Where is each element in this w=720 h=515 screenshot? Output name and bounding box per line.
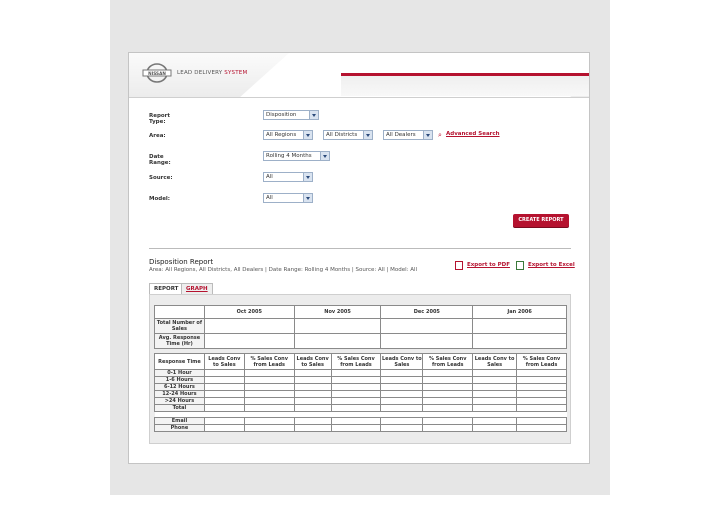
dealer-value: All Dealers	[386, 132, 416, 138]
table-row: 6-12 Hours	[154, 383, 567, 391]
model-select[interactable]: All	[263, 193, 313, 203]
col-header: % Sales Conv from Leads	[330, 353, 382, 370]
header-red-stripe	[341, 73, 589, 76]
magnifier-icon[interactable]: ⌕	[438, 131, 442, 140]
system-title: LEAD DELIVERY SYSTEM	[177, 70, 247, 76]
logo-text: NISSAN	[148, 71, 166, 76]
report-type-value: Disposition	[266, 112, 297, 118]
summary-corner	[154, 305, 205, 319]
row-label: Total	[154, 404, 205, 412]
app-card: NISSAN LEAD DELIVERY SYSTEM Report Type:…	[128, 52, 590, 464]
dealer-select[interactable]: All Dealers	[383, 130, 433, 140]
source-select[interactable]: All	[263, 172, 313, 182]
report-type-label: Report Type:	[149, 113, 171, 125]
model-value: All	[266, 195, 273, 201]
response-time-header: Response Time	[154, 353, 205, 370]
export-excel-link[interactable]: Export to Excel	[528, 262, 575, 268]
table-cell	[472, 333, 567, 349]
month-header: Jan 2006	[472, 305, 567, 319]
col-header: Leads Conv to Sales	[380, 353, 424, 370]
table-row: Total	[154, 404, 567, 412]
chevron-down-icon	[320, 152, 329, 160]
table-row: Email	[154, 417, 567, 425]
report-title: Disposition Report	[149, 258, 214, 266]
col-header: % Sales Conv from Leads	[516, 353, 567, 370]
table-cell	[203, 333, 295, 349]
report-subtitle: Area: All Regions, All Districts, All De…	[149, 267, 418, 273]
chevron-down-icon	[303, 194, 312, 202]
row-label: 0-1 Hour	[154, 369, 205, 377]
chevron-down-icon	[423, 131, 432, 139]
table-cell	[293, 318, 382, 334]
row-label: 6-12 Hours	[154, 383, 205, 391]
district-select[interactable]: All Districts	[323, 130, 373, 140]
date-range-select[interactable]: Rolling 4 Months	[263, 151, 330, 161]
col-header: Leads Conv to Sales	[293, 353, 332, 370]
region-value: All Regions	[266, 132, 297, 138]
create-report-button[interactable]: CREATE REPORT	[513, 214, 569, 227]
row-label: 1-6 Hours	[154, 376, 205, 384]
summary-row-label: Avg. Response Time (Hr)	[154, 333, 205, 349]
chevron-down-icon	[303, 173, 312, 181]
month-header: Dec 2005	[380, 305, 474, 319]
table-row: >24 Hours	[154, 397, 567, 405]
month-header: Oct 2005	[203, 305, 295, 319]
chevron-down-icon	[303, 131, 312, 139]
export-pdf-link[interactable]: Export to PDF	[467, 262, 510, 268]
district-value: All Districts	[326, 132, 358, 138]
region-select[interactable]: All Regions	[263, 130, 313, 140]
table-cell	[472, 318, 567, 334]
header: NISSAN LEAD DELIVERY SYSTEM	[129, 53, 589, 98]
table-cell	[293, 333, 382, 349]
row-label: Email	[154, 417, 205, 425]
col-header: % Sales Conv from Leads	[243, 353, 295, 370]
area-row: Area: All Regions All Districts All Deal…	[149, 130, 569, 142]
report-panel: Oct 2005 Nov 2005 Dec 2005 Jan 2006 Tota…	[149, 294, 571, 444]
row-label: Phone	[154, 424, 205, 432]
advanced-search-link[interactable]: Advanced Search	[446, 131, 500, 137]
excel-icon[interactable]	[516, 261, 524, 270]
table-cell	[380, 318, 474, 334]
table-row: 12-24 Hours	[154, 390, 567, 398]
summary-row-label: Total Number of Sales	[154, 318, 205, 334]
col-header: % Sales Conv from Leads	[422, 353, 474, 370]
chevron-down-icon	[309, 111, 318, 119]
system-title-accent: SYSTEM	[224, 70, 248, 76]
system-title-prefix: LEAD DELIVERY	[177, 70, 225, 76]
pdf-icon[interactable]	[455, 261, 463, 270]
summary-table: Oct 2005 Nov 2005 Dec 2005 Jan 2006 Tota…	[154, 305, 567, 349]
row-label: >24 Hours	[154, 397, 205, 405]
col-header: Leads Conv to Sales	[203, 353, 245, 370]
table-row: 1-6 Hours	[154, 376, 567, 384]
table-row: 0-1 Hour	[154, 369, 567, 377]
header-shade	[341, 76, 589, 96]
row-label: 12-24 Hours	[154, 390, 205, 398]
area-label: Area:	[149, 133, 166, 139]
source-label: Source:	[149, 175, 173, 181]
response-table: Response Time Leads Conv to Sales % Sale…	[154, 353, 567, 432]
chevron-down-icon	[363, 131, 372, 139]
table-row: Phone	[154, 424, 567, 432]
col-header: Leads Conv to Sales	[472, 353, 518, 370]
section-divider	[149, 248, 571, 249]
table-cell	[203, 318, 295, 334]
model-label: Model:	[149, 196, 171, 202]
month-header: Nov 2005	[293, 305, 382, 319]
report-type-select[interactable]: Disposition	[263, 110, 319, 120]
date-range-value: Rolling 4 Months	[266, 153, 312, 159]
source-value: All	[266, 174, 273, 180]
date-range-label: Date Range:	[149, 154, 171, 166]
nissan-logo: NISSAN	[142, 63, 172, 83]
table-cell	[380, 333, 474, 349]
